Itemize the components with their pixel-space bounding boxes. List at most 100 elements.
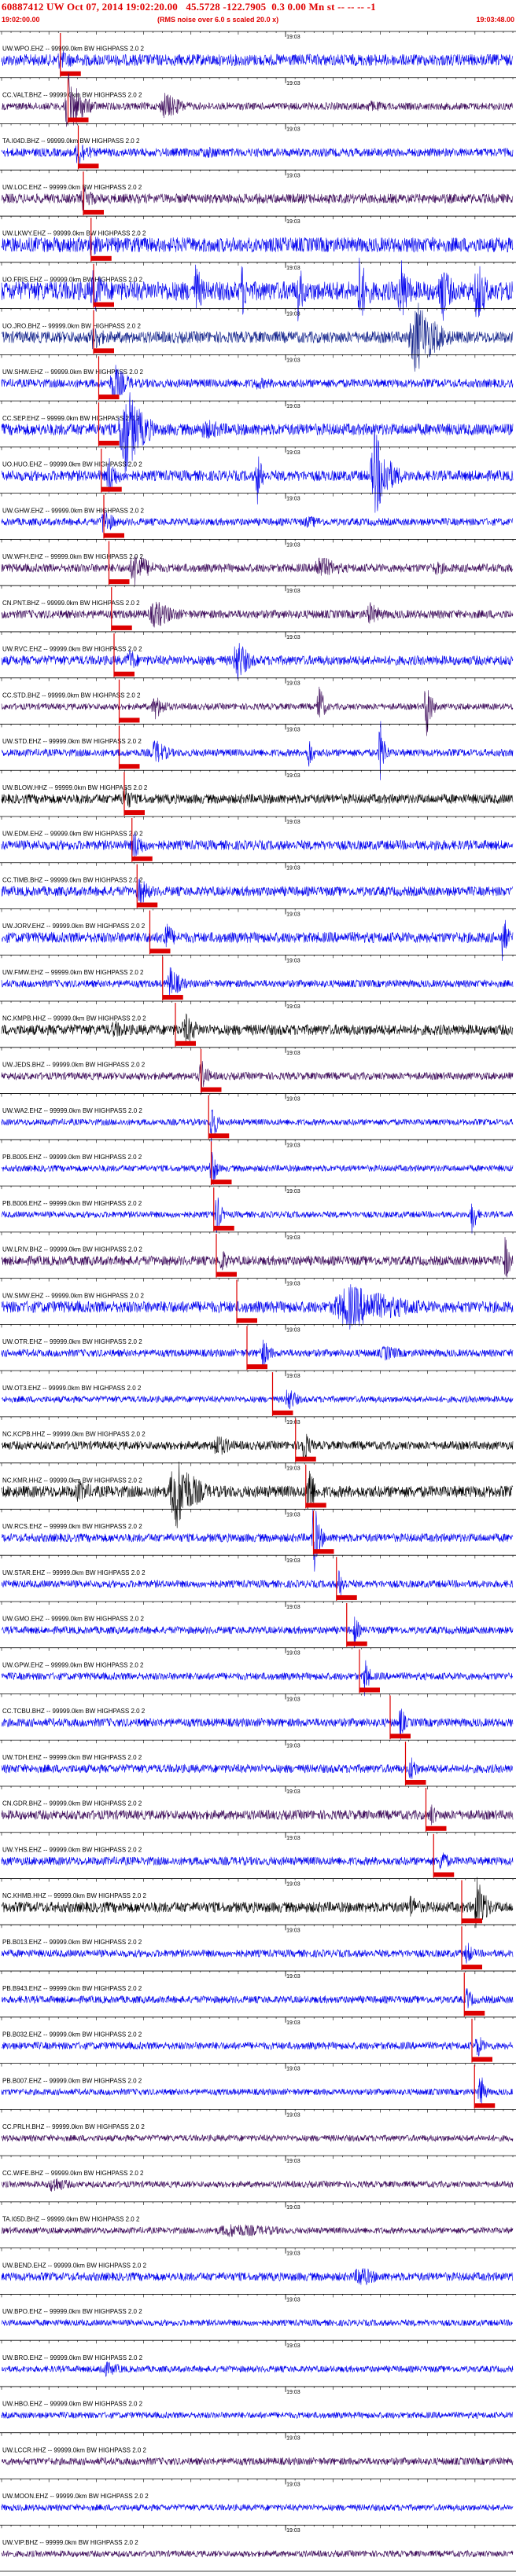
station-label: NC.KCPB.HHZ -- 99999.0km BW HIGHPASS 2.0…	[2, 1431, 146, 1438]
minute-tick-label: 19:03	[286, 1558, 300, 1564]
minute-tick-label: 19:03	[286, 1836, 300, 1841]
minute-tick-label: 19:03	[286, 1097, 300, 1103]
trace-row: 19:03UO.FRIS.EHZ -- 99999.0km BW HIGHPAS…	[0, 257, 516, 321]
station-label: TA.I04D.BHZ -- 99999.0km BW HIGHPASS 2.0…	[2, 138, 140, 145]
phase-pick-flag	[211, 1180, 232, 1185]
phase-pick-flag	[83, 210, 104, 215]
waveform-trace	[1, 2134, 514, 2142]
station-label: UW.RCS.EHZ -- 99999.0km BW HIGHPASS 2.0 …	[2, 1523, 142, 1530]
trace-row: 19:03 UW.WFH.EHZ -- 99999.0km BW HIGHPASS…	[0, 539, 516, 585]
phase-pick-flag	[433, 1872, 455, 1877]
phase-pick-flag	[101, 486, 122, 492]
waveform-trace	[1, 1943, 514, 1964]
station-label: UW.JEDS.BHZ -- 99999.0km BW HIGHPASS 2.0…	[2, 1061, 146, 1068]
station-label: TA.I05D.BHZ -- 99999.0km BW HIGHPASS 2.0…	[2, 2216, 140, 2223]
minute-tick-label: 19:03	[286, 127, 300, 133]
trace-row: 19:03 NC.KMR.HHZ -- 99999.0km BW HIGHPASS…	[0, 1461, 516, 1528]
waveform-trace	[1, 2411, 514, 2420]
trace-row: 19:03 UW.VIP.BHZ -- 99999.0km BW HIGHPASS…	[0, 2524, 516, 2558]
station-label: CN.PNT.BHZ -- 99999.0km BW HIGHPASS 2.0 …	[2, 600, 140, 607]
station-label: UW.SMW.EHZ -- 99999.0km BW HIGHPASS 2.0 …	[2, 1292, 144, 1299]
station-label: PB.B013.EHZ -- 99999.0km BW HIGHPASS 2.0…	[2, 1939, 142, 1946]
phase-pick-flag	[405, 1780, 426, 1785]
station-label: UW.GMO.EHZ -- 99999.0km BW HIGHPASS 2.0 …	[2, 1616, 144, 1623]
station-label: UW.WFH.EHZ -- 99999.0km BW HIGHPASS 2.0 …	[2, 553, 144, 560]
station-label: UW.BPO.EHZ -- 99999.0km BW HIGHPASS 2.0 …	[2, 2308, 142, 2315]
trace-row: 19:03 UW.SMW.EHZ -- 99999.0km BW HIGHPASS…	[0, 1278, 516, 1330]
minute-tick-label: 19:03	[286, 958, 300, 963]
trace-row: 19:03 PB.B006.EHZ -- 99999.0km BW HIGHPAS…	[0, 1185, 516, 1234]
phase-pick-flag	[94, 348, 114, 354]
station-label: UW.RVC.EHZ -- 99999.0km BW HIGHPASS 2.0 …	[2, 646, 142, 653]
waveform-trace	[1, 556, 514, 585]
station-label: UW.BEND.EHZ -- 99999.0km BW HIGHPASS 2.0…	[2, 2262, 147, 2269]
minute-tick-label: 19:03	[286, 912, 300, 918]
minute-tick-label: 19:03	[286, 1004, 300, 1010]
waveform-trace	[1, 2457, 514, 2466]
trace-row: 19:03 UW.LRIV.BHZ -- 99999.0km BW HIGHPAS…	[0, 1231, 516, 1278]
phase-pick-flag	[98, 440, 120, 446]
phase-pick-flag	[119, 764, 140, 769]
station-label: CC.SEP.EHZ -- 99999.0km BW HIGHPASS 2.0 …	[2, 415, 140, 422]
waveform-trace	[1, 1461, 514, 1528]
trace-row: 19:03 UW.OTR.EHZ -- 99999.0km BW HIGHPASS…	[0, 1323, 516, 1371]
waveform-trace	[1, 1433, 514, 1461]
minute-tick-label: 19:03	[286, 1789, 300, 1795]
phase-pick-flag	[237, 1318, 257, 1323]
phase-pick-flag	[104, 533, 124, 538]
phase-pick-flag	[216, 1271, 237, 1277]
station-label: UO.HUO.EHZ -- 99999.0km BW HIGHPASS 2.0 …	[2, 461, 142, 468]
trace-row: 19:03 UO.HUO.EHZ -- 99999.0km BW HIGHPASS…	[0, 428, 516, 513]
phase-pick-flag	[78, 163, 99, 169]
minute-tick-label: 19:03	[286, 2205, 300, 2211]
minute-tick-label: 19:03	[286, 681, 300, 687]
phase-pick-flag	[474, 2103, 496, 2108]
trace-row: 19:03 CC.VALT.BHZ -- 99999.0km BW HIGHPAS…	[0, 73, 516, 127]
station-label: UW.LCCR.HHZ -- 99999.0km BW HIGHPASS 2.0…	[2, 2446, 147, 2453]
station-label: CC.PRLH.BHZ -- 99999.0km BW HIGHPASS 2.0…	[2, 2123, 145, 2130]
phase-pick-flag	[149, 949, 171, 954]
waveform-trace	[1, 303, 514, 372]
trace-row: 19:03 NC.KCPB.HHZ -- 99999.0km BW HIGHPAS…	[0, 1416, 516, 1462]
phase-pick-flag	[213, 1225, 234, 1231]
minute-tick-label: 19:03	[286, 1282, 300, 1287]
minute-tick-label: 19:03	[286, 173, 300, 178]
phase-pick-flag	[131, 856, 153, 861]
minute-tick-label: 19:03	[286, 1512, 300, 1517]
phase-pick-flag	[124, 809, 145, 815]
minute-tick-label: 19:03	[286, 1743, 300, 1749]
waveform-trace	[1, 2268, 514, 2285]
phase-pick-flag	[109, 579, 130, 585]
trace-row: 19:03 UW.YHS.EHZ -- 99999.0km BW HIGHPASS…	[0, 1832, 516, 1878]
trace-row: 19:03 NC.KMPB.HHZ -- 99999.0km BW HIGHPAS…	[0, 1000, 516, 1047]
minute-tick-label: 19:03	[286, 1327, 300, 1333]
waveform-trace	[1, 2037, 514, 2057]
minute-tick-label: 19:03	[286, 358, 300, 363]
seismogram-plot: 19:03 UW.WPO.EHZ -- 99999.0km BW HIGHPASS…	[0, 31, 516, 2572]
minute-tick-label: 19:03	[286, 219, 300, 225]
minute-tick-label: 19:03	[286, 1605, 300, 1610]
trace-row: 19:03 UW.JEDS.BHZ -- 99999.0km BW HIGHPAS…	[0, 1047, 516, 1095]
waveform-trace	[1, 1877, 514, 1928]
phase-pick-flag	[346, 1641, 367, 1646]
trace-row: 19:03 NC.KHMB.HHZ -- 99999.0km BW HIGHPAS…	[0, 1877, 516, 1928]
phase-pick-flag	[472, 2057, 492, 2062]
station-label: UW.MOON.EHZ -- 99999.0km BW HIGHPASS 2.0…	[2, 2493, 149, 2500]
minute-tick-label: 19:03	[286, 1882, 300, 1888]
station-label: PB.B006.EHZ -- 99999.0km BW HIGHPASS 2.0…	[2, 1200, 142, 1207]
station-label: UW.JORV.EHZ -- 99999.0km BW HIGHPASS 2.0…	[2, 923, 146, 930]
station-label: UW.EDM.EHZ -- 99999.0km BW HIGHPASS 2.0 …	[2, 831, 143, 838]
phase-pick-flag	[313, 1549, 334, 1554]
station-label: CC.WIFE.BHZ -- 99999.0km BW HIGHPASS 2.0…	[2, 2170, 144, 2177]
station-label: NC.KMR.HHZ -- 99999.0km BW HIGHPASS 2.0 …	[2, 1477, 142, 1484]
phase-pick-flag	[464, 2010, 485, 2016]
minute-tick-label: 19:03	[286, 589, 300, 594]
phase-pick-flag	[94, 302, 114, 307]
station-label: UW.WA2.EHZ -- 99999.0km BW HIGHPASS 2.0 …	[2, 1107, 142, 1114]
phase-pick-flag	[162, 995, 183, 1000]
waveform-trace	[1, 236, 514, 256]
station-label: NC.KHMB.HHZ -- 99999.0km BW HIGHPASS 2.0…	[2, 1892, 147, 1899]
station-label: CC.STD.BHZ -- 99999.0km BW HIGHPASS 2.0 …	[2, 692, 141, 699]
waveform-trace	[1, 1109, 514, 1147]
minute-tick-label: 19:03	[286, 312, 300, 317]
